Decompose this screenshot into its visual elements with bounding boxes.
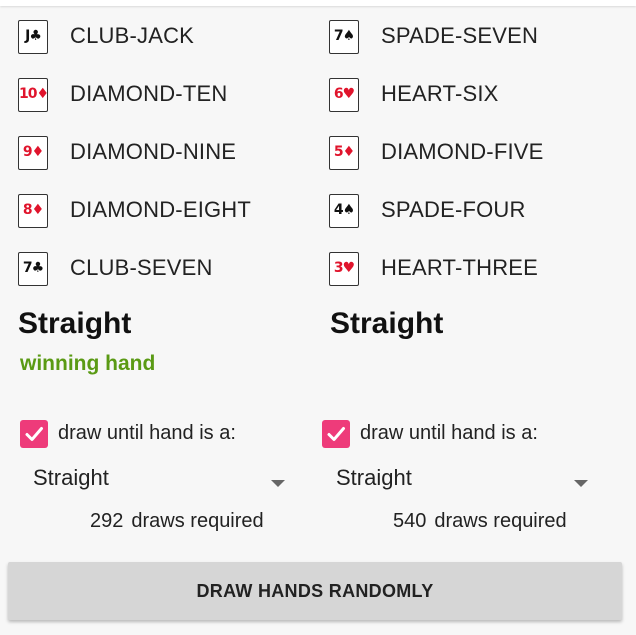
card-row: 6♥ HEART-SIX (329, 78, 629, 136)
card-row: 4♠ SPADE-FOUR (329, 194, 629, 252)
dropdown-arrow-icon[interactable] (574, 480, 588, 487)
card-icon: 5♦ (329, 136, 359, 170)
card-icon: 9♦ (18, 136, 48, 170)
card-icon: 6♥ (329, 78, 359, 112)
draws-count: 292 (90, 510, 124, 532)
top-edge (0, 0, 636, 6)
card-label: CLUB-JACK (70, 23, 195, 48)
card-label: DIAMOND-NINE (70, 139, 237, 164)
card-row: 7♠ SPADE-SEVEN (329, 20, 629, 78)
winning-hand-label: winning hand (20, 352, 156, 375)
select-value: Straight (33, 465, 109, 490)
right-hand-cards: 7♠ SPADE-SEVEN 6♥ HEART-SIX 5♦ DIAMOND-F… (329, 20, 629, 310)
left-hand-cards: J♣ CLUB-JACK 10♦ DIAMOND-TEN 9♦ DIAMOND-… (18, 20, 318, 310)
checkbox-checked-icon[interactable] (322, 420, 350, 448)
card-icon: 7♠ (329, 20, 359, 54)
right-hand-type-select[interactable]: Straight (336, 462, 588, 502)
card-icon: 7♣ (18, 252, 48, 286)
checkbox-checked-icon[interactable] (20, 420, 48, 448)
left-hand-name: Straight (18, 307, 132, 340)
card-row: 3♥ HEART-THREE (329, 252, 629, 310)
card-label: DIAMOND-EIGHT (70, 197, 252, 222)
right-hand-name: Straight (330, 307, 444, 340)
checkbox-label: draw until hand is a: (360, 422, 538, 444)
draw-hands-randomly-button[interactable]: DRAW HANDS RANDOMLY (8, 562, 622, 620)
draws-count: 540 (393, 510, 427, 532)
left-draws-required: 292 draws required (90, 510, 264, 533)
card-label: CLUB-SEVEN (70, 255, 213, 280)
card-label: HEART-SIX (381, 81, 499, 106)
card-row: 10♦ DIAMOND-TEN (18, 78, 318, 136)
right-draws-required: 540 draws required (393, 510, 567, 533)
left-hand-type-select[interactable]: Straight (33, 462, 285, 502)
checkbox-label: draw until hand is a: (58, 422, 236, 444)
card-icon: 10♦ (18, 78, 48, 112)
draws-label: draws required (434, 510, 567, 532)
draws-label: draws required (131, 510, 264, 532)
card-row: 5♦ DIAMOND-FIVE (329, 136, 629, 194)
card-label: DIAMOND-FIVE (381, 139, 544, 164)
card-icon: 8♦ (18, 194, 48, 228)
card-label: HEART-THREE (381, 255, 539, 280)
card-row: 9♦ DIAMOND-NINE (18, 136, 318, 194)
card-row: J♣ CLUB-JACK (18, 20, 318, 78)
card-label: SPADE-FOUR (381, 197, 526, 222)
card-label: DIAMOND-TEN (70, 81, 228, 106)
select-value: Straight (336, 465, 412, 490)
card-icon: 3♥ (329, 252, 359, 286)
card-icon: 4♠ (329, 194, 359, 228)
card-label: SPADE-SEVEN (381, 23, 539, 48)
dropdown-arrow-icon[interactable] (271, 480, 285, 487)
card-row: 8♦ DIAMOND-EIGHT (18, 194, 318, 252)
card-row: 7♣ CLUB-SEVEN (18, 252, 318, 310)
card-icon: J♣ (18, 20, 48, 54)
